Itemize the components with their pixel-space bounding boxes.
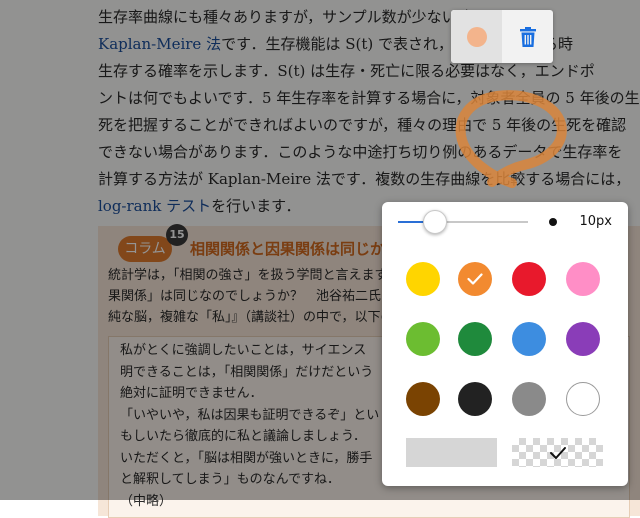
color-swatch-red[interactable] xyxy=(512,262,546,296)
stroke-width-slider[interactable] xyxy=(398,210,528,234)
checkmark-icon xyxy=(549,446,566,459)
style-transparent-button[interactable] xyxy=(512,438,603,467)
style-solid-button[interactable] xyxy=(406,438,497,467)
checkmark-icon xyxy=(467,273,483,285)
delete-button[interactable] xyxy=(502,10,553,63)
color-swatch-orange[interactable] xyxy=(458,262,492,296)
pen-color-button[interactable] xyxy=(451,10,502,63)
color-swatch-brown[interactable] xyxy=(406,382,440,416)
pen-settings-panel: 10px xyxy=(382,202,628,486)
trash-icon xyxy=(519,26,536,47)
color-swatch-purple[interactable] xyxy=(566,322,600,356)
annotation-mini-toolbar xyxy=(451,10,553,63)
stroke-size-label: 10px xyxy=(579,214,613,229)
color-swatch-light-green[interactable] xyxy=(406,322,440,356)
stroke-size-preview-dot xyxy=(549,218,557,226)
pen-color-dot-icon xyxy=(466,26,487,47)
drawn-stroke-path xyxy=(455,90,567,188)
color-swatch-pink[interactable] xyxy=(566,262,600,296)
color-swatch-gray[interactable] xyxy=(512,382,546,416)
color-swatch-blue[interactable] xyxy=(512,322,546,356)
color-swatch-dark-green[interactable] xyxy=(458,322,492,356)
slider-thumb[interactable] xyxy=(423,210,447,234)
color-swatch-yellow[interactable] xyxy=(406,262,440,296)
color-swatch-white[interactable] xyxy=(566,382,600,416)
color-swatch-black[interactable] xyxy=(458,382,492,416)
